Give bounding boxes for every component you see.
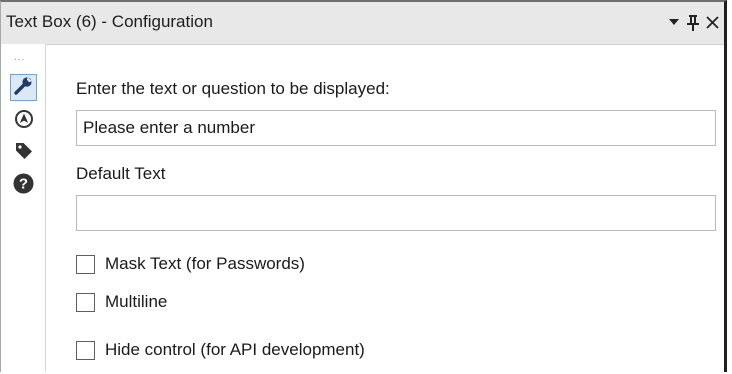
wrench-icon [13,75,34,101]
tag-tab[interactable] [10,140,37,167]
mask-text-option[interactable]: Mask Text (for Passwords) [76,252,305,276]
mask-text-checkbox[interactable] [76,254,95,274]
svg-text:?: ? [19,175,28,192]
form-area: Enter the text or question to be display… [76,2,724,372]
default-text-input[interactable] [76,195,716,231]
default-text-label: Default Text [76,164,166,183]
configuration-panel: Text Box (6) - Configuration ... ? Enter… [0,0,727,372]
help-icon: ? [13,173,34,199]
mask-text-label: Mask Text (for Passwords) [105,254,305,273]
help-tab[interactable]: ? [10,172,37,199]
hide-control-label: Hide control (for API development) [105,340,365,359]
configuration-tab[interactable] [10,74,37,101]
prompt-label: Enter the text or question to be display… [76,79,390,98]
multiline-label: Multiline [105,292,168,311]
sidebar: ... ? [1,44,46,372]
prompt-text-input[interactable] [76,110,716,146]
hide-control-checkbox[interactable] [76,340,95,360]
navigation-circle-icon [14,109,34,134]
multiline-option[interactable]: Multiline [76,290,167,314]
sidebar-grip: ... [14,52,26,63]
annotation-tab[interactable] [10,108,37,135]
tag-icon [14,141,34,166]
hide-control-option[interactable]: Hide control (for API development) [76,338,365,362]
multiline-checkbox[interactable] [76,292,95,312]
